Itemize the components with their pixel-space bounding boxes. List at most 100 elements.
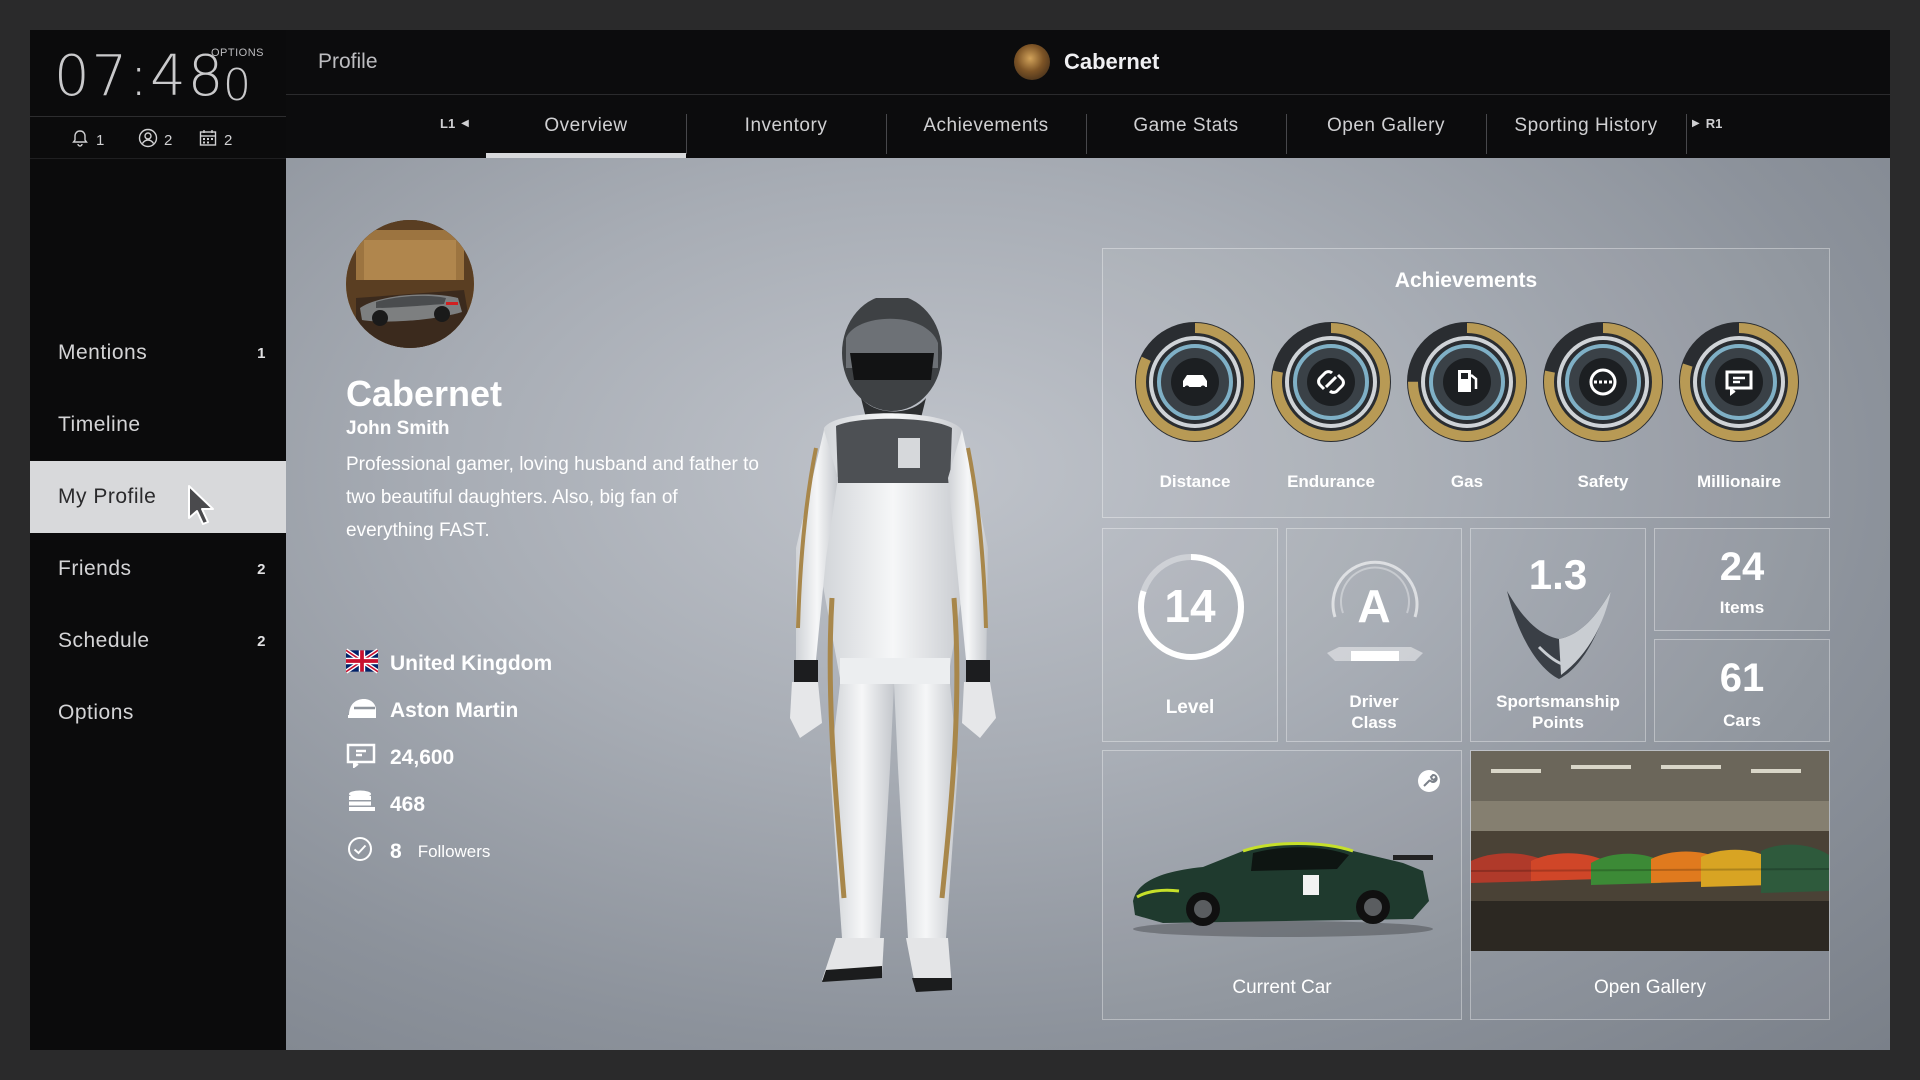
calendar-icon xyxy=(198,128,218,152)
tab-overview[interactable]: Overview xyxy=(486,94,686,158)
calendar-count: 2 xyxy=(224,131,233,149)
notification-calendar[interactable]: 2 xyxy=(198,128,232,152)
tab-label: Sporting History xyxy=(1514,115,1658,136)
friends-count: 2 xyxy=(164,131,173,149)
sidebar-item-label: Timeline xyxy=(58,413,141,436)
driver-class-label-1: Driver xyxy=(1349,692,1399,711)
sportsmanship-label-2: Points xyxy=(1532,713,1584,732)
open-gallery-card[interactable]: Open Gallery xyxy=(1470,750,1830,1020)
check-circle-icon xyxy=(346,836,378,868)
credits-value: 24,600 xyxy=(390,746,455,769)
current-car-card[interactable]: Current Car xyxy=(1102,750,1462,1020)
right-bumper-label: R1 xyxy=(1705,116,1723,131)
notification-bell[interactable]: 1 xyxy=(70,128,104,152)
level-card[interactable]: 14 Level xyxy=(1102,528,1278,742)
sidebar-item-label: Mentions xyxy=(58,341,148,364)
sportsmanship-label-1: Sportsmanship xyxy=(1496,692,1620,711)
items-card[interactable]: 24 Items xyxy=(1654,528,1830,631)
tab-sporting-history[interactable]: Sporting History xyxy=(1486,94,1686,158)
manufacturer-row: Aston Martin xyxy=(346,695,518,727)
tab-open-gallery[interactable]: Open Gallery xyxy=(1286,94,1486,158)
followers-label: Followers xyxy=(417,842,491,861)
followers-row[interactable]: 8 Followers xyxy=(346,836,490,868)
profile-name: Cabernet xyxy=(346,373,503,414)
caret-right-icon: ▶ xyxy=(1692,118,1700,129)
tab-divider xyxy=(1686,114,1687,154)
achievements-panel[interactable]: Achievements Distance Endurance Gas Safe… xyxy=(1102,248,1830,518)
sidebar-item-label: Options xyxy=(58,701,134,724)
achievement-label: Distance xyxy=(1159,472,1231,491)
options-label: OPTIONS xyxy=(211,47,265,59)
cars-card[interactable]: 61 Cars xyxy=(1654,639,1830,742)
credits-icon xyxy=(346,742,378,774)
profile-avatar[interactable] xyxy=(346,220,474,348)
sidebar-item-friends[interactable]: Friends 2 xyxy=(30,533,286,605)
cars-label: Cars xyxy=(1723,711,1761,730)
avatar xyxy=(1014,44,1050,80)
achievement-label: Gas xyxy=(1450,472,1484,491)
sidebar-item-options[interactable]: Options xyxy=(30,677,286,749)
achievement-endurance[interactable]: Endurance xyxy=(1268,319,1394,492)
cars-value: 61 xyxy=(1719,656,1765,700)
achievement-label: Millionaire xyxy=(1696,472,1782,491)
tab-label: Achievements xyxy=(923,115,1049,136)
notification-row: 1 2 2 xyxy=(30,116,286,159)
link-icon xyxy=(1271,322,1391,442)
driver-class-label-2: Class xyxy=(1351,713,1397,732)
sidebar-item-label: My Profile xyxy=(58,485,157,508)
user-name: Cabernet xyxy=(1064,49,1160,74)
tab-inventory[interactable]: Inventory xyxy=(686,94,886,158)
achievement-gas[interactable]: Gas xyxy=(1404,319,1530,492)
left-bumper[interactable]: L1 ◀ xyxy=(440,116,469,131)
sidebar-item-timeline[interactable]: Timeline xyxy=(30,389,286,461)
driver-figure xyxy=(766,295,1016,1038)
person-circle-icon xyxy=(138,128,158,152)
top-bar: Profile Cabernet xyxy=(286,30,1890,95)
coins-value: 468 xyxy=(390,793,426,816)
gallery-image xyxy=(1471,751,1829,951)
sidebar-item-count: 1 xyxy=(257,344,266,362)
level-value: 14 xyxy=(1164,580,1216,632)
notification-friends[interactable]: 2 xyxy=(138,128,172,152)
profile-real-name: John Smith xyxy=(346,418,450,439)
achievement-label: Endurance xyxy=(1287,472,1375,491)
country-name: United Kingdom xyxy=(390,652,553,675)
car-icon xyxy=(1135,322,1255,442)
credits-row: 24,600 xyxy=(346,742,454,774)
sidebar-item-count: 2 xyxy=(257,632,266,650)
followers-count: 8 xyxy=(390,840,402,863)
tab-game-stats[interactable]: Game Stats xyxy=(1086,94,1286,158)
driver-class-card[interactable]: A Driver Class xyxy=(1286,528,1462,742)
sidebar-item-mentions[interactable]: Mentions 1 xyxy=(30,317,286,389)
money-icon xyxy=(1679,322,1799,442)
achievement-safety[interactable]: Safety xyxy=(1540,319,1666,492)
left-bumper-label: L1 xyxy=(440,116,456,131)
clock-box: 07:48 OPTIONS 0 xyxy=(30,30,286,117)
current-car-image xyxy=(1133,842,1433,937)
sidebar-item-schedule[interactable]: Schedule 2 xyxy=(30,605,286,677)
profile-overview: Cabernet John Smith Professional gamer, … xyxy=(286,158,1890,1050)
achievement-label: Safety xyxy=(1577,472,1629,491)
sportsmanship-card[interactable]: 1.3 Sportsmanship Points xyxy=(1470,528,1646,742)
profile-bio: Professional gamer, loving husband and f… xyxy=(346,454,759,541)
sportsmanship-value: 1.3 xyxy=(1528,551,1588,598)
sidebar-item-my-profile[interactable]: My Profile xyxy=(30,461,286,533)
right-bumper[interactable]: ▶ R1 xyxy=(1692,116,1722,131)
page-title: Profile xyxy=(318,50,378,73)
tab-achievements[interactable]: Achievements xyxy=(886,94,1086,158)
game-frame: 07:48 OPTIONS 0 1 2 2 Mentions 1 Timelin… xyxy=(30,30,1890,1050)
achievement-distance[interactable]: Distance xyxy=(1132,319,1258,492)
current-car-label: Current Car xyxy=(1232,977,1332,998)
items-label: Items xyxy=(1719,598,1765,617)
wrench-icon[interactable] xyxy=(1417,769,1441,793)
safety-icon xyxy=(1543,322,1663,442)
bell-count: 1 xyxy=(96,131,105,149)
uk-flag-icon xyxy=(344,648,380,680)
clock: 07:48 xyxy=(54,44,226,109)
open-gallery-label: Open Gallery xyxy=(1594,977,1706,998)
achievement-millionaire[interactable]: Millionaire xyxy=(1676,319,1802,492)
coins-row: 468 xyxy=(346,789,425,821)
bell-icon xyxy=(70,128,90,152)
sidebar: 07:48 OPTIONS 0 1 2 2 Mentions 1 Timelin… xyxy=(30,30,286,1050)
caret-left-icon: ◀ xyxy=(461,118,469,129)
